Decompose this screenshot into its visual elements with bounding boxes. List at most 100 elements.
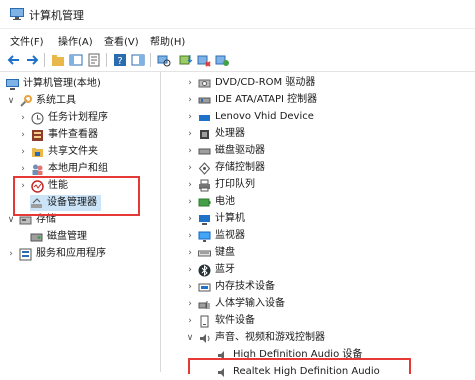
device-label: 人体学输入设备 [215, 298, 285, 309]
device-category-keyboard[interactable]: › 键盘 [185, 245, 235, 261]
chevron-right-icon[interactable]: › [6, 249, 16, 259]
chevron-right-icon[interactable]: › [185, 265, 195, 275]
chevron-down-icon[interactable]: ∨ [6, 96, 16, 106]
toolbar-separator [106, 53, 107, 67]
enable-device-icon[interactable] [214, 52, 230, 68]
scan-hardware-icon[interactable] [156, 52, 172, 68]
chevron-right-icon[interactable]: › [185, 282, 195, 292]
uninstall-device-icon[interactable] [196, 52, 212, 68]
dvd-drive-icon [198, 79, 211, 87]
tree-node-task-scheduler[interactable]: › 任务计划程序 [18, 110, 108, 126]
device-category-bluetooth[interactable]: › 蓝牙 [185, 262, 235, 278]
hid-input-icon [198, 300, 210, 309]
menu-help[interactable]: 帮助(H) [150, 33, 185, 48]
help-icon[interactable]: ? [112, 52, 128, 68]
chevron-right-icon[interactable]: › [185, 231, 195, 241]
tree-node-disk-management[interactable]: 磁盘管理 [30, 229, 87, 245]
tree-node-event-viewer[interactable]: › 事件查看器 [18, 127, 98, 143]
tree-node-computer-management[interactable]: 计算机管理(本地) [6, 76, 101, 92]
device-label: 处理器 [215, 128, 245, 139]
chevron-right-icon[interactable]: › [185, 214, 195, 224]
console-tree-icon[interactable] [68, 52, 84, 68]
chevron-right-icon[interactable]: › [185, 316, 195, 326]
services-icon [19, 248, 32, 260]
tree-node-label: 系统工具 [36, 95, 76, 106]
device-category-monitor[interactable]: › 监视器 [185, 228, 245, 244]
properties-icon[interactable] [86, 52, 102, 68]
system-tools-icon [20, 94, 32, 107]
device-category-software[interactable]: › 软件设备 [185, 313, 255, 329]
device-label: 内存技术设备 [215, 281, 275, 292]
speaker-icon [200, 333, 210, 343]
tree-node-label: 本地用户和组 [48, 163, 108, 174]
chevron-right-icon[interactable]: › [185, 129, 195, 139]
chevron-right-icon[interactable]: › [18, 164, 28, 174]
chevron-right-icon[interactable]: › [185, 248, 195, 258]
chevron-right-icon[interactable]: › [185, 299, 195, 309]
title-bar: 计算机管理 [0, 0, 475, 29]
device-label: 键盘 [215, 247, 235, 258]
tree-node-services-applications[interactable]: › 服务和应用程序 [6, 246, 106, 262]
chevron-right-icon[interactable]: › [185, 197, 195, 207]
update-driver-icon[interactable] [178, 52, 194, 68]
chevron-right-icon[interactable]: › [185, 78, 195, 88]
device-category-lenovo-vhid[interactable]: › Lenovo Vhid Device [185, 109, 314, 125]
tree-node-label: 服务和应用程序 [36, 248, 106, 259]
chevron-right-icon[interactable]: › [18, 147, 28, 157]
ide-controller-icon [198, 97, 211, 103]
chevron-right-icon[interactable]: › [185, 95, 195, 105]
printer-icon [199, 179, 210, 191]
back-arrow-icon[interactable] [6, 52, 22, 68]
menu-action[interactable]: 操作(A) [58, 33, 93, 48]
chevron-right-icon[interactable]: › [18, 130, 28, 140]
device-category-ide[interactable]: › IDE ATA/ATAPI 控制器 [185, 92, 317, 108]
device-category-computer[interactable]: › 计算机 [185, 211, 245, 227]
monitor-icon [198, 231, 211, 242]
chevron-right-icon[interactable]: › [185, 146, 195, 156]
chevron-right-icon[interactable]: › [185, 163, 195, 173]
device-label: Lenovo Vhid Device [215, 111, 314, 122]
device-category-storage-controller[interactable]: › 存储控制器 [185, 160, 265, 176]
shared-folder-icon [32, 147, 43, 157]
chevron-right-icon[interactable]: › [185, 180, 195, 190]
device-label: 存储控制器 [215, 162, 265, 173]
up-folder-icon[interactable] [50, 52, 66, 68]
device-category-hid[interactable]: › 人体学输入设备 [185, 296, 285, 312]
battery-icon [198, 198, 211, 206]
action-pane-icon[interactable] [130, 52, 146, 68]
chevron-right-icon[interactable]: › [18, 113, 28, 123]
device-label: 电池 [215, 196, 235, 207]
tree-node-local-users-groups[interactable]: › 本地用户和组 [18, 161, 108, 177]
chevron-down-icon[interactable]: ∨ [185, 333, 195, 343]
toolbar: ? [0, 49, 475, 72]
tree-node-label: 任务计划程序 [48, 112, 108, 123]
device-label: 软件设备 [215, 315, 255, 326]
device-tree-pane: › DVD/CD-ROM 驱动器 › IDE ATA/ATAPI 控制器 › L… [161, 72, 475, 377]
menu-view[interactable]: 查看(V) [104, 33, 139, 48]
computer-management-icon [6, 78, 19, 90]
device-category-processor[interactable]: › 处理器 [185, 126, 245, 142]
keyboard-icon [198, 250, 211, 256]
event-viewer-icon [32, 129, 43, 141]
device-category-dvd[interactable]: › DVD/CD-ROM 驱动器 [185, 75, 315, 91]
device-category-battery[interactable]: › 电池 [185, 194, 235, 210]
device-category-print-queue[interactable]: › 打印队列 [185, 177, 255, 193]
users-icon [32, 164, 43, 175]
device-category-disk-drive[interactable]: › 磁盘驱动器 [185, 143, 265, 159]
tree-node-label: 计算机管理(本地) [23, 78, 101, 89]
computer-management-icon [10, 8, 24, 20]
clock-icon [31, 112, 44, 124]
device-category-memory-tech[interactable]: › 内存技术设备 [185, 279, 275, 295]
memory-device-icon [198, 283, 211, 291]
forward-arrow-icon[interactable] [24, 52, 40, 68]
tree-node-system-tools[interactable]: ∨ 系统工具 [6, 93, 76, 109]
tree-node-shared-folders[interactable]: › 共享文件夹 [18, 144, 98, 160]
toolbar-separator [44, 53, 45, 67]
device-label: IDE ATA/ATAPI 控制器 [215, 94, 318, 105]
chevron-down-icon[interactable]: ∨ [6, 215, 16, 225]
bluetooth-icon [198, 264, 211, 276]
device-category-sound[interactable]: ∨ 声音、视频和游戏控制器 [185, 330, 325, 346]
menu-file[interactable]: 文件(F) [10, 33, 44, 48]
svg-text:?: ? [117, 56, 122, 67]
chevron-right-icon[interactable]: › [185, 112, 195, 122]
